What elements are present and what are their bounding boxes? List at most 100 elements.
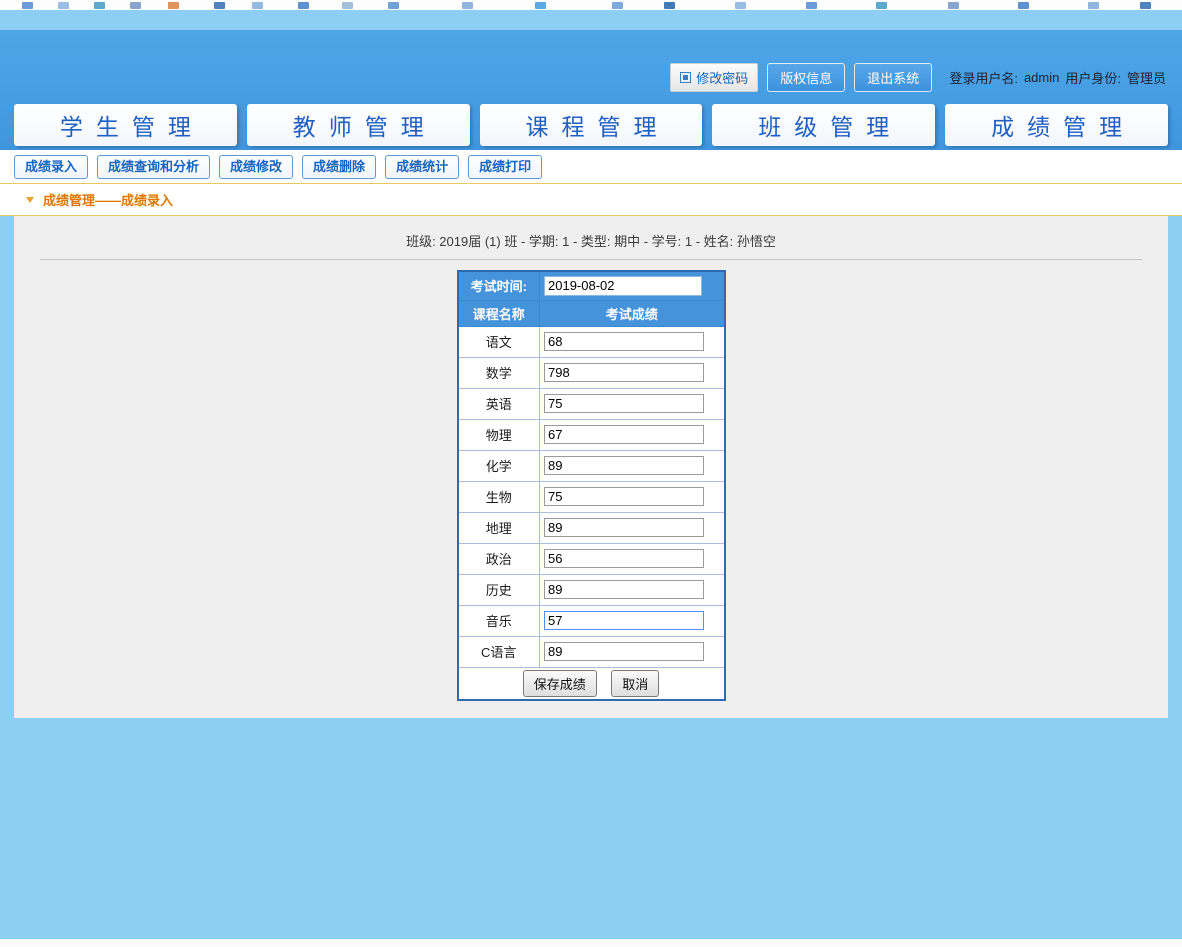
sub-nav-button[interactable]: 成绩查询和分析 (97, 155, 210, 179)
favicon-fragment-icon (58, 2, 69, 9)
favicon-fragment-icon (535, 2, 546, 9)
score-row: 生物 (458, 481, 725, 512)
course-name: 化学 (458, 450, 540, 481)
main-nav-tab[interactable]: 教师管理 (247, 104, 470, 146)
page: 修改密码 版权信息 退出系统 登录用户名: admin 用户身份: 管理员 学生… (0, 0, 1182, 947)
favicon-fragment-icon (342, 2, 353, 9)
score-input[interactable] (544, 611, 704, 630)
score-cell (540, 512, 725, 543)
main-nav-tab-label: 学生管理 (47, 108, 204, 142)
main-nav-tab[interactable]: 课程管理 (480, 104, 703, 146)
score-entry-table: 考试时间: 课程名称 考试成绩 语文 (457, 270, 726, 701)
score-input[interactable] (544, 487, 704, 506)
column-header-course: 课程名称 (458, 300, 540, 326)
student-info-line: 班级: 2019届 (1) 班 - 学期: 1 - 类型: 期中 - 学号: 1… (14, 231, 1168, 250)
login-user-info: 登录用户名: admin 用户身份: 管理员 (949, 68, 1166, 87)
course-name: 生物 (458, 481, 540, 512)
content-panel: 班级: 2019届 (1) 班 - 学期: 1 - 类型: 期中 - 学号: 1… (14, 216, 1168, 718)
score-row: 音乐 (458, 605, 725, 636)
score-input[interactable] (544, 425, 704, 444)
logout-button[interactable]: 退出系统 (854, 63, 932, 92)
score-input[interactable] (544, 518, 704, 537)
bottom-edge-strip (0, 939, 1182, 947)
exam-date-row: 考试时间: (458, 271, 725, 300)
favicon-fragment-icon (252, 2, 263, 9)
score-input[interactable] (544, 394, 704, 413)
sub-nav-button[interactable]: 成绩打印 (468, 155, 542, 179)
course-name: C语言 (458, 636, 540, 667)
change-password-icon (680, 72, 691, 83)
sub-nav-button[interactable]: 成绩删除 (302, 155, 376, 179)
favicon-fragment-icon (214, 2, 225, 9)
sub-nav-button[interactable]: 成绩录入 (14, 155, 88, 179)
main-nav-tab-label: 成绩管理 (978, 108, 1135, 142)
favicon-fragment-icon (388, 2, 399, 9)
role-value: 管理员 (1127, 68, 1166, 87)
course-name: 数学 (458, 357, 540, 388)
favicon-fragment-icon (130, 2, 141, 9)
bookmarks-bar-fragment (0, 0, 1182, 10)
main-nav-tab[interactable]: 学生管理 (14, 104, 237, 146)
save-scores-button[interactable]: 保存成绩 (523, 670, 597, 697)
score-row: 英语 (458, 388, 725, 419)
column-header-score: 考试成绩 (540, 300, 725, 326)
score-row: 语文 (458, 326, 725, 357)
score-rows: 语文 数学 英语 (458, 326, 725, 667)
course-name: 政治 (458, 543, 540, 574)
score-row: 数学 (458, 357, 725, 388)
table-header-row: 课程名称 考试成绩 (458, 300, 725, 326)
score-input[interactable] (544, 332, 704, 351)
sub-nav-button[interactable]: 成绩修改 (219, 155, 293, 179)
score-table-footer: 保存成绩 取消 (458, 667, 725, 700)
section-title-bar: 成绩管理——成绩录入 (0, 183, 1182, 216)
form-buttons-row: 保存成绩 取消 (458, 667, 725, 700)
score-row: 政治 (458, 543, 725, 574)
score-input[interactable] (544, 580, 704, 599)
main-nav-tab[interactable]: 班级管理 (712, 104, 935, 146)
score-input[interactable] (544, 363, 704, 382)
favicon-fragment-icon (664, 2, 675, 9)
cancel-button[interactable]: 取消 (611, 670, 659, 697)
course-name: 物理 (458, 419, 540, 450)
exam-date-input[interactable] (544, 276, 702, 296)
change-password-label: 修改密码 (696, 68, 748, 87)
score-input[interactable] (544, 456, 704, 475)
score-cell (540, 357, 725, 388)
score-cell (540, 419, 725, 450)
score-row: C语言 (458, 636, 725, 667)
form-buttons-cell: 保存成绩 取消 (458, 667, 725, 700)
header-band: 修改密码 版权信息 退出系统 登录用户名: admin 用户身份: 管理员 学生… (0, 30, 1182, 150)
sub-nav: 成绩录入 成绩查询和分析 成绩修改 成绩删除 成绩统计 成绩打印 (0, 150, 1182, 183)
score-input[interactable] (544, 549, 704, 568)
main-nav-tab-label: 课程管理 (512, 108, 669, 142)
divider (40, 259, 1142, 260)
triangle-down-icon (26, 197, 34, 203)
score-cell (540, 326, 725, 357)
favicon-fragment-icon (806, 2, 817, 9)
copyright-button[interactable]: 版权信息 (767, 63, 845, 92)
role-label: 用户身份: (1065, 68, 1121, 87)
course-name: 英语 (458, 388, 540, 419)
breadcrumb: 成绩管理——成绩录入 (43, 190, 173, 209)
exam-date-label: 考试时间: (458, 271, 540, 300)
course-name: 语文 (458, 326, 540, 357)
login-user-label: 登录用户名: (949, 68, 1018, 87)
course-name: 历史 (458, 574, 540, 605)
score-row: 地理 (458, 512, 725, 543)
score-cell (540, 388, 725, 419)
favicon-fragment-icon (298, 2, 309, 9)
score-row: 物理 (458, 419, 725, 450)
score-input[interactable] (544, 642, 704, 661)
change-password-button[interactable]: 修改密码 (670, 63, 758, 92)
course-name: 音乐 (458, 605, 540, 636)
score-table-head: 考试时间: 课程名称 考试成绩 (458, 271, 725, 326)
favicon-fragment-icon (1088, 2, 1099, 9)
score-row: 历史 (458, 574, 725, 605)
course-name: 地理 (458, 512, 540, 543)
sub-nav-button[interactable]: 成绩统计 (385, 155, 459, 179)
favicon-fragment-icon (22, 2, 33, 9)
header-actions: 修改密码 版权信息 退出系统 登录用户名: admin 用户身份: 管理员 (670, 63, 1166, 92)
main-nav-tab[interactable]: 成绩管理 (945, 104, 1168, 146)
score-cell (540, 543, 725, 574)
main-nav-tab-label: 教师管理 (280, 108, 437, 142)
